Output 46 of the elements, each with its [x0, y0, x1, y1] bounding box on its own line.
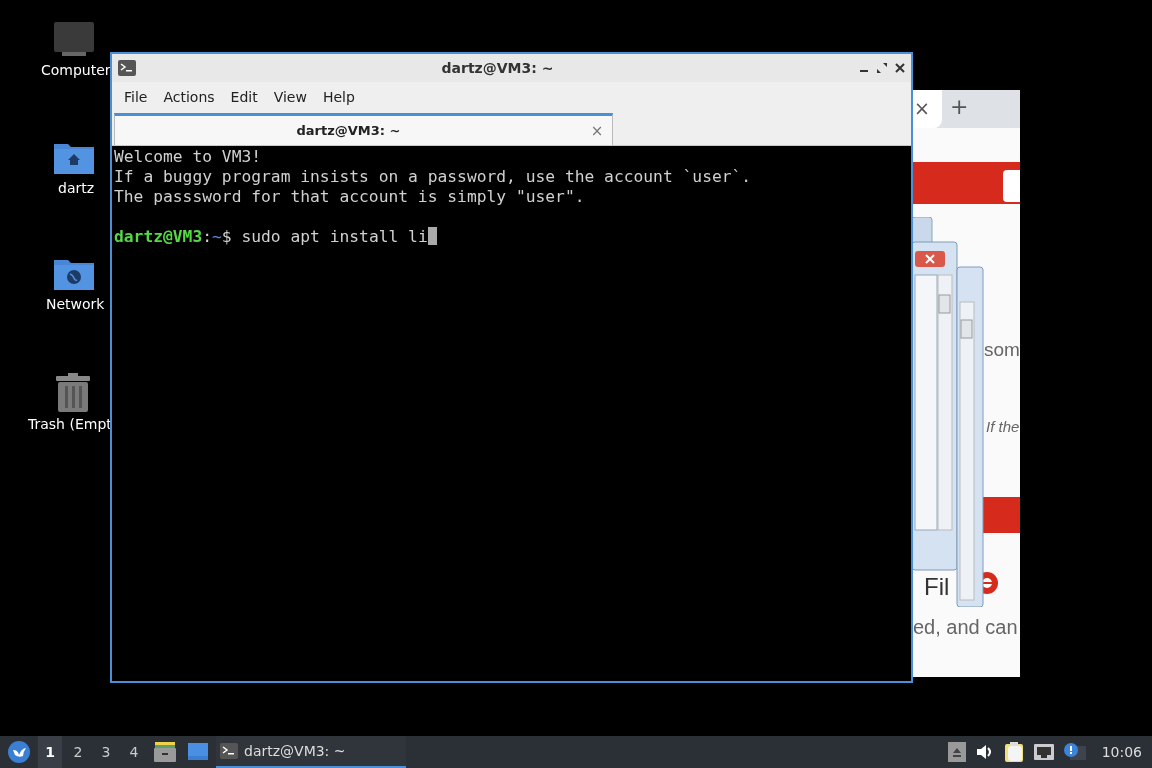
- terminal-icon: [220, 743, 238, 759]
- workspace-button[interactable]: 3: [94, 736, 118, 768]
- workspace-button[interactable]: 4: [122, 736, 146, 768]
- desktop-icon: [188, 743, 208, 761]
- page-text: ed, and can: [913, 616, 1018, 639]
- icon-label[interactable]: Network: [46, 296, 105, 312]
- file-cabinet-icon: [154, 742, 176, 762]
- network-port-icon[interactable]: [1033, 744, 1054, 760]
- command-text: $ sudo apt install li: [221, 227, 428, 246]
- prompt-separator: :: [202, 227, 213, 246]
- menu-item[interactable]: Help: [314, 85, 363, 109]
- terminal-icon: [118, 60, 136, 76]
- bird-logo-icon: [8, 741, 30, 763]
- workspace-button[interactable]: 2: [66, 736, 90, 768]
- icon-label[interactable]: Computer: [41, 62, 111, 78]
- tab-close-button[interactable]: ×: [582, 121, 612, 140]
- menu-item[interactable]: View: [265, 85, 315, 109]
- new-tab-button[interactable]: +: [948, 94, 971, 119]
- taskbar-task[interactable]: dartz@VM3: ~: [216, 736, 406, 768]
- terminal-tab[interactable]: dartz@VM3: ~ ×: [114, 113, 613, 145]
- menu-item[interactable]: Edit: [222, 85, 266, 109]
- output-line: If a buggy program insists on a password, use the account `user`.: [114, 167, 753, 187]
- menu-item[interactable]: Actions: [155, 85, 223, 109]
- maximize-icon[interactable]: [877, 63, 887, 73]
- clipboard-icon[interactable]: [1003, 742, 1024, 762]
- tab-close-button[interactable]: ×: [912, 97, 932, 119]
- notification-icon[interactable]: [1063, 743, 1086, 761]
- page-text: som: [984, 339, 1020, 361]
- icon-label[interactable]: Trash (Empt: [28, 416, 112, 432]
- eject-icon[interactable]: [947, 742, 966, 762]
- menu-item[interactable]: File: [116, 85, 156, 109]
- prompt-path: ~: [212, 227, 222, 246]
- prompt-user: dartz@VM3: [114, 227, 203, 246]
- close-icon[interactable]: [895, 63, 905, 73]
- clock[interactable]: 10:06: [1101, 744, 1142, 760]
- window-title: dartz@VM3: ~: [440, 60, 555, 76]
- page-text: If the: [986, 418, 1020, 435]
- browser-tab[interactable]: ×: [912, 90, 942, 128]
- volume-icon[interactable]: [975, 744, 994, 760]
- computer-icon[interactable]: [54, 22, 94, 58]
- page-heading: Fil: [924, 573, 950, 601]
- icon-label[interactable]: dartz: [58, 180, 95, 196]
- output-line: Welcome to VM3!: [114, 147, 263, 167]
- output-line: The passsword for that account is simply "user".: [114, 187, 586, 207]
- workspace-button[interactable]: 1: [38, 736, 62, 768]
- text-cursor: [427, 227, 437, 245]
